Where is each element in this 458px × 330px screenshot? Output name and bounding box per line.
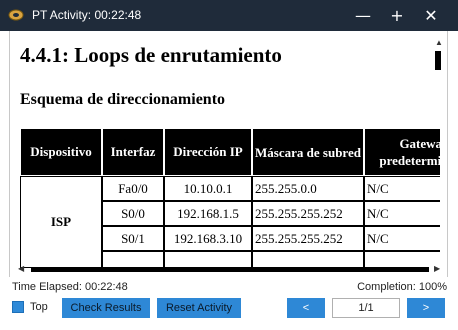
page-title: 4.4.1: Loops de enrutamiento — [20, 43, 282, 67]
column-header: Dispositivo — [20, 128, 102, 176]
column-header: Máscara de subred — [252, 128, 364, 176]
table-cell: 255.255.255.252 — [252, 201, 364, 226]
table-cell: Fa0/0 — [102, 176, 164, 201]
section-title: Esquema de direccionamiento — [20, 91, 226, 108]
table-cell: 10.10.0.1 — [164, 176, 252, 201]
horizontal-scrollbar[interactable]: ◀ ▶ — [10, 262, 447, 276]
top-checkbox[interactable] — [12, 301, 24, 313]
table-cell: S0/0 — [102, 201, 164, 226]
vertical-scrollbar-thumb[interactable] — [435, 51, 441, 70]
close-button[interactable]: ✕ — [414, 0, 448, 31]
scroll-right-arrow-icon[interactable]: ▶ — [434, 264, 440, 273]
window-title: PT Activity: 00:22:48 — [32, 8, 142, 22]
table-cell: 255.255.0.0 — [252, 176, 364, 201]
column-header: Gateway predeterminado — [364, 128, 440, 176]
horizontal-scrollbar-thumb[interactable] — [31, 267, 429, 272]
status-bar: Time Elapsed: 00:22:48 Completion: 100% … — [0, 277, 458, 330]
table-cell: N/C — [364, 201, 440, 226]
check-results-button[interactable]: Check Results — [62, 298, 150, 318]
column-header: Interfaz — [102, 128, 164, 176]
device-cell: ISP — [20, 176, 102, 268]
maximize-button[interactable]: + — [380, 0, 414, 31]
table-cell: N/C — [364, 176, 440, 201]
reset-activity-button[interactable]: Reset Activity — [157, 298, 241, 318]
next-page-button[interactable]: > — [407, 298, 445, 318]
table-cell: 255.255.255.252 — [252, 226, 364, 251]
scroll-up-arrow-icon[interactable]: ▲ — [433, 38, 445, 48]
completion-status: Completion: 100% — [357, 281, 447, 293]
minimize-button[interactable]: — — [346, 0, 380, 31]
top-label: Top — [30, 301, 48, 313]
scroll-left-arrow-icon[interactable]: ◀ — [18, 264, 24, 273]
time-elapsed: Time Elapsed: 00:22:48 — [12, 281, 128, 293]
table-cell: N/C — [364, 226, 440, 251]
page-indicator[interactable]: 1/1 — [332, 298, 400, 318]
table-cell: S0/1 — [102, 226, 164, 251]
packet-tracer-icon — [8, 8, 24, 22]
previous-page-button[interactable]: < — [287, 298, 325, 318]
title-bar[interactable]: PT Activity: 00:22:48 — + ✕ — [0, 0, 458, 31]
addressing-table: Dispositivo Interfaz Dirección IP Máscar… — [20, 128, 440, 268]
column-header: Dirección IP — [164, 128, 252, 176]
table-cell: 192.168.3.10 — [164, 226, 252, 251]
table-cell: 192.168.1.5 — [164, 201, 252, 226]
instructions-pane[interactable]: 4.4.1: Loops de enrutamiento Esquema de … — [10, 31, 447, 276]
